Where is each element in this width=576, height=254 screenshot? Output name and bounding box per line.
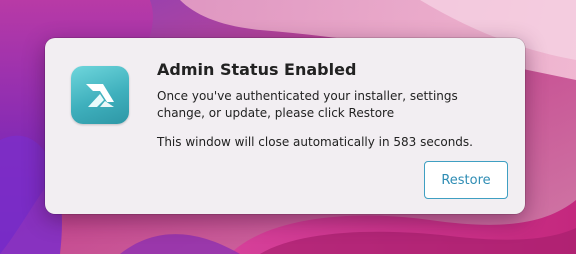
auto-close-countdown: This window will close automatically in …: [157, 135, 473, 149]
admin-status-dialog: Admin Status Enabled Once you've authent…: [45, 38, 525, 214]
app-logo-glyph: [86, 84, 114, 107]
restore-button[interactable]: Restore: [424, 161, 508, 199]
privileges-app-icon: [71, 66, 129, 124]
dialog-message: Once you've authenticated your installer…: [157, 89, 458, 120]
dialog-title: Admin Status Enabled: [157, 60, 357, 79]
